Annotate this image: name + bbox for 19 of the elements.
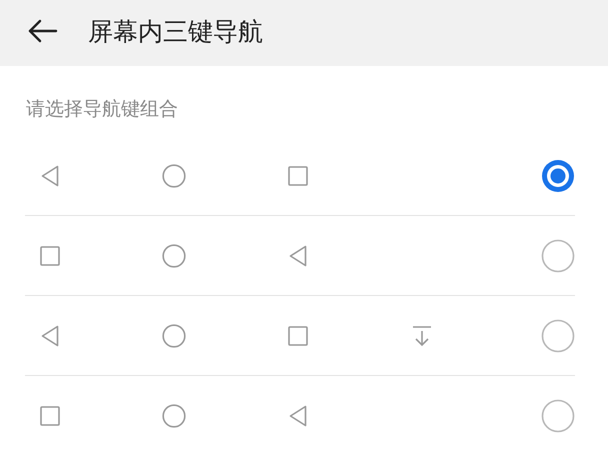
back-triangle-icon (289, 244, 307, 266)
back-arrow-icon[interactable] (28, 19, 58, 43)
radio-button[interactable] (541, 398, 575, 432)
square-icon (288, 166, 308, 186)
square-icon (40, 246, 60, 266)
circle-icon (162, 244, 186, 268)
square-icon (288, 326, 308, 346)
radio-button[interactable] (541, 318, 575, 352)
page-title: 屏幕内三键导航 (88, 16, 263, 48)
square-icon (40, 406, 60, 426)
section-label: 请选择导航键组合 (26, 97, 178, 122)
circle-icon (162, 404, 186, 428)
radio-button[interactable] (541, 158, 575, 192)
back-triangle-icon (41, 164, 59, 186)
back-triangle-icon (41, 324, 59, 346)
circle-icon (162, 324, 186, 348)
radio-button[interactable] (541, 238, 575, 272)
back-triangle-icon (289, 404, 307, 426)
circle-icon (162, 164, 186, 188)
